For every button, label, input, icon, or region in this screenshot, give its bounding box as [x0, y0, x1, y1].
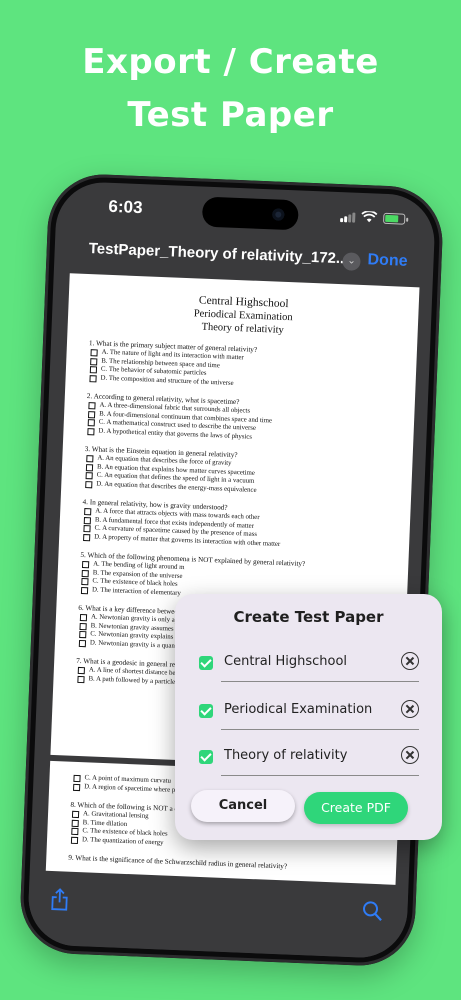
status-time: 6:03	[108, 196, 143, 218]
clear-icon[interactable]	[401, 700, 419, 718]
checkbox-icon	[85, 472, 93, 480]
status-icons	[340, 210, 406, 225]
checkbox-icon[interactable]	[199, 750, 213, 764]
checkbox-icon	[73, 774, 81, 783]
create-test-paper-dialog: Create Test Paper Central Highschool Per…	[175, 594, 442, 840]
checkbox-icon	[89, 366, 98, 374]
checkbox-icon	[87, 427, 95, 435]
checkbox-icon	[79, 630, 87, 639]
checkbox-icon	[83, 525, 91, 533]
checkbox-icon	[70, 836, 79, 844]
field-exam[interactable]: Periodical Examination	[199, 698, 431, 732]
checkbox-icon	[77, 666, 85, 675]
checkbox-icon[interactable]	[199, 656, 213, 670]
headline-line1: Export / Create	[82, 42, 379, 82]
checkbox-icon	[81, 577, 89, 586]
field-underline	[221, 775, 419, 776]
question-text: 9. What is the significance of the Schwa…	[68, 853, 288, 871]
checkbox-icon	[77, 675, 85, 683]
field-text[interactable]: Periodical Examination	[224, 702, 372, 717]
dynamic-island	[201, 196, 299, 231]
checkbox-icon	[87, 410, 96, 418]
phone-frame: 6:03 TestPaper_Theory of relativity_172.…	[18, 172, 445, 968]
checkbox-icon	[85, 480, 93, 488]
checkbox-icon[interactable]	[199, 704, 213, 718]
done-button[interactable]: Done	[367, 251, 408, 271]
bottom-toolbar	[26, 876, 409, 960]
cancel-button[interactable]: Cancel	[191, 790, 295, 822]
checkbox-icon	[89, 374, 97, 382]
checkbox-icon	[71, 810, 80, 819]
checkbox-icon	[90, 357, 98, 365]
chevron-down-icon[interactable]: ⌄	[342, 252, 361, 271]
clear-icon[interactable]	[401, 746, 419, 764]
checkbox-icon	[88, 402, 96, 410]
phone-screen: 6:03 TestPaper_Theory of relativity_172.…	[26, 180, 437, 960]
checkbox-icon	[81, 569, 89, 577]
checkbox-icon	[73, 783, 81, 791]
checkbox-icon	[71, 827, 79, 836]
checkbox-icon	[86, 455, 94, 463]
wifi-icon	[361, 210, 378, 223]
checkbox-icon	[79, 613, 88, 622]
checkbox-icon	[78, 639, 87, 647]
checkbox-icon	[90, 349, 98, 357]
dialog-title: Create Test Paper	[233, 608, 384, 626]
checkbox-icon	[87, 419, 95, 427]
document-title: TestPaper_Theory of relativity_172...	[88, 240, 349, 268]
clear-icon[interactable]	[401, 652, 419, 670]
field-underline	[221, 729, 419, 730]
checkbox-icon	[71, 819, 79, 827]
search-icon[interactable]	[361, 899, 384, 922]
checkbox-icon	[79, 622, 87, 630]
field-underline	[221, 681, 419, 682]
camera-icon	[272, 208, 285, 221]
checkbox-icon	[83, 516, 92, 524]
create-pdf-button[interactable]: Create PDF	[304, 792, 408, 824]
field-text[interactable]: Central Highschool	[224, 654, 347, 669]
field-subject[interactable]: Theory of relativity	[199, 744, 431, 778]
checkbox-icon	[83, 533, 91, 541]
checkbox-icon	[80, 586, 89, 594]
battery-icon	[383, 212, 406, 225]
field-text[interactable]: Theory of relativity	[224, 748, 347, 763]
cellular-signal-icon	[340, 211, 356, 223]
field-school[interactable]: Central Highschool	[199, 650, 431, 684]
checkbox-icon	[81, 561, 90, 569]
checkbox-icon	[85, 463, 94, 471]
headline-line2: Test Paper	[127, 95, 334, 135]
checkbox-icon	[84, 508, 92, 516]
share-icon[interactable]	[50, 887, 69, 912]
